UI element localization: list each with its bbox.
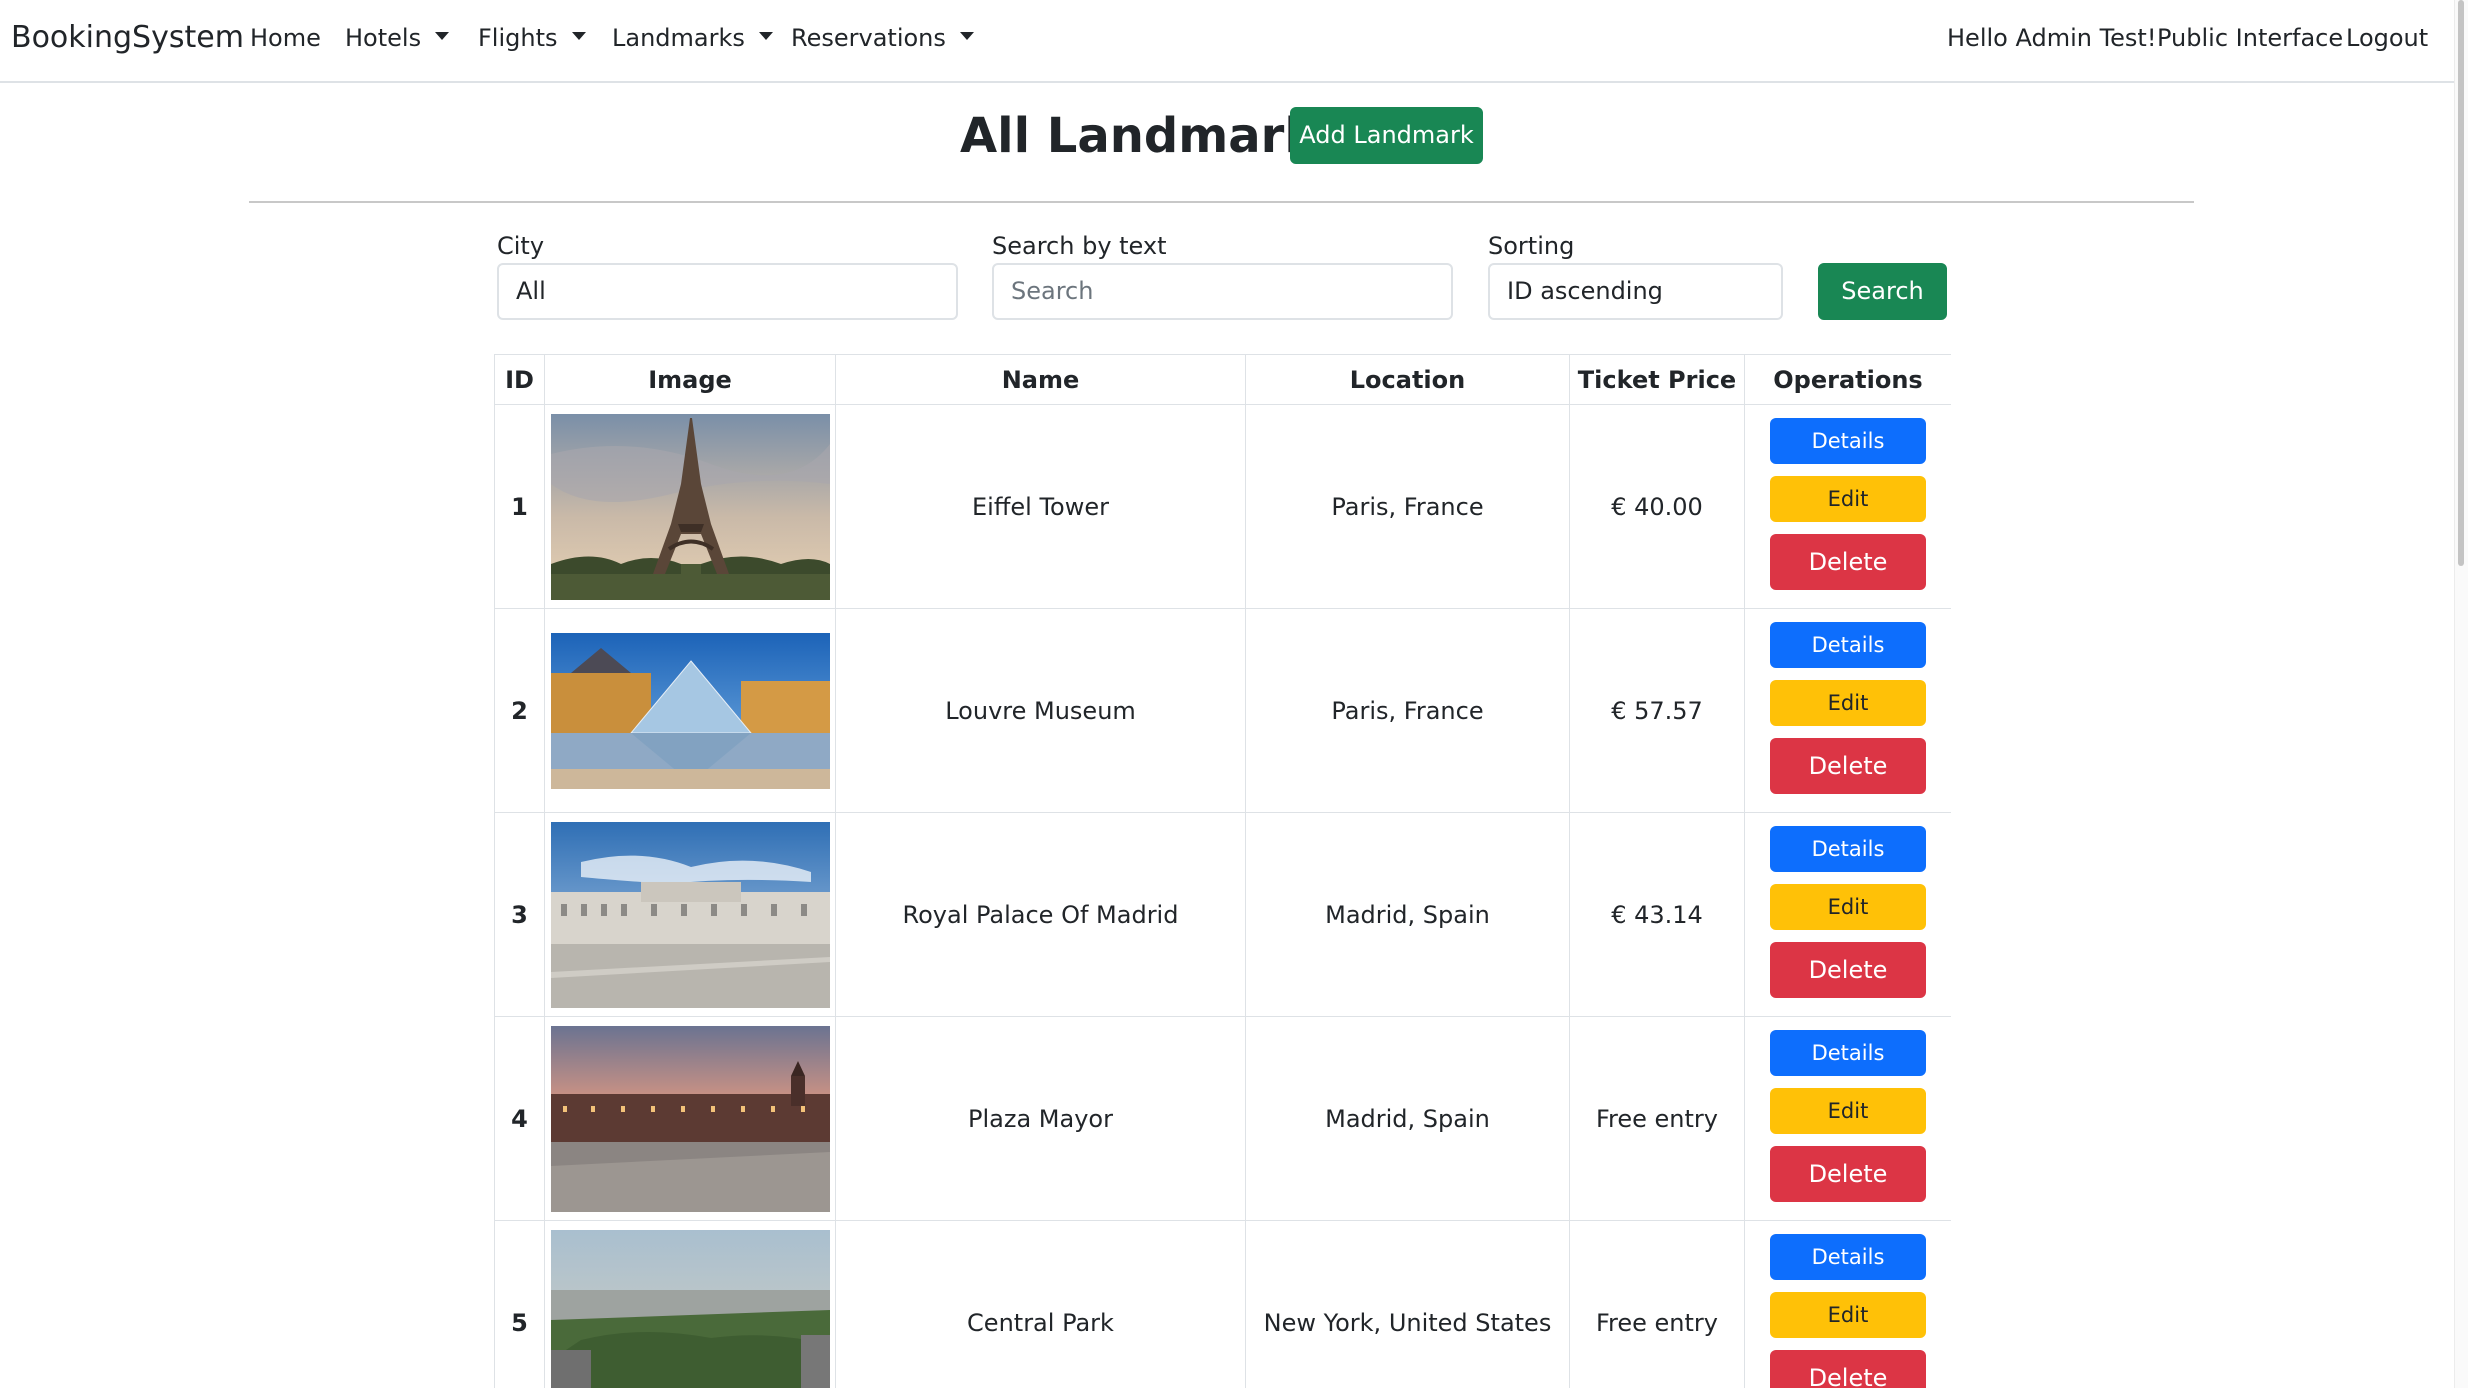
nav-landmarks-label: Landmarks [612,24,745,52]
delete-button[interactable]: Delete [1770,737,1926,794]
row-id: 1 [494,404,545,609]
nav-landmarks-dropdown[interactable]: Landmarks [612,24,773,52]
column-header-ticket-price: Ticket Price [1569,354,1745,405]
nav-hotels-dropdown[interactable]: Hotels [345,24,450,52]
details-button[interactable]: Details [1770,1233,1926,1280]
city-label: City [497,232,545,260]
sorting-label: Sorting [1488,232,1575,260]
nav-reservations-dropdown[interactable]: Reservations [791,24,974,52]
add-landmark-button[interactable]: Add Landmark [1290,107,1483,164]
delete-button[interactable]: Delete [1770,941,1926,998]
landmarks-table-container: ID Image Name Location Ticket Price Oper… [494,354,1951,1388]
search-input[interactable]: Search [992,263,1453,320]
search-text-label: Search by text [992,232,1167,260]
user-greeting: Hello Admin Test! [1947,24,2157,52]
row-price: € 43.14 [1569,812,1745,1017]
row-price: € 57.57 [1569,608,1745,813]
row-id: 3 [494,812,545,1017]
edit-button[interactable]: Edit [1770,883,1926,930]
column-header-location: Location [1245,354,1570,405]
top-navbar: BookingSystem Home Hotels Flights Landma… [0,0,2454,83]
column-header-operations: Operations [1744,354,1951,405]
row-location: New York, United States [1245,1220,1570,1388]
row-price: € 40.00 [1569,404,1745,609]
row-price: Free entry [1569,1220,1745,1388]
chevron-down-icon [758,32,773,40]
row-id: 5 [494,1220,545,1388]
page-title: All Landmarks [960,108,1345,164]
louvre-museum-photo [550,632,830,789]
table-row: 1 Eiffel Tower Paris, France € 40.00 Det… [494,404,1951,609]
row-operations: Details Edit Delete [1744,812,1951,1017]
scrollbar-thumb[interactable] [2458,0,2464,566]
delete-button[interactable]: Delete [1770,1145,1926,1202]
row-operations: Details Edit Delete [1744,1220,1951,1388]
nav-reservations-label: Reservations [791,24,946,52]
plaza-mayor-photo [550,1025,830,1212]
details-button[interactable]: Details [1770,1029,1926,1076]
row-id: 2 [494,608,545,813]
nav-home-link[interactable]: Home [250,24,321,52]
nav-hotels-label: Hotels [345,24,422,52]
sorting-select[interactable]: ID ascending [1488,263,1783,320]
row-operations: Details Edit Delete [1744,404,1951,609]
row-image-cell [544,404,836,609]
table-row: 2 Louvre Museum Paris, France € 57.57 De… [494,608,1951,813]
row-location: Paris, France [1245,608,1570,813]
royal-palace-photo [550,821,830,1008]
table-header-row: ID Image Name Location Ticket Price Oper… [494,354,1951,405]
row-id: 4 [494,1016,545,1221]
details-button[interactable]: Details [1770,621,1926,668]
public-interface-link[interactable]: Public Interface [2157,24,2343,52]
row-operations: Details Edit Delete [1744,608,1951,813]
row-image-cell [544,1220,836,1388]
row-name: Eiffel Tower [835,404,1246,609]
column-header-id: ID [494,354,545,405]
row-image-cell [544,1016,836,1221]
edit-button[interactable]: Edit [1770,1087,1926,1134]
logout-link[interactable]: Logout [2346,24,2428,52]
table-row: 5 Central Park New York, United States F… [494,1220,1951,1388]
row-operations: Details Edit Delete [1744,1016,1951,1221]
details-button[interactable]: Details [1770,825,1926,872]
search-button[interactable]: Search [1818,263,1947,320]
details-button[interactable]: Details [1770,417,1926,464]
eiffel-tower-photo [550,413,830,600]
edit-button[interactable]: Edit [1770,1291,1926,1338]
central-park-photo [550,1229,830,1388]
row-name: Plaza Mayor [835,1016,1246,1221]
city-select[interactable]: All [497,263,958,320]
edit-button[interactable]: Edit [1770,679,1926,726]
table-row: 4 Plaza Mayor Madrid, Spain Free entry D… [494,1016,1951,1221]
table-row: 3 Royal Palace Of Madrid Madrid, Spain €… [494,812,1951,1017]
brand-link[interactable]: BookingSystem [11,20,244,55]
row-location: Paris, France [1245,404,1570,609]
row-image-cell [544,608,836,813]
divider [249,201,2194,203]
delete-button[interactable]: Delete [1770,1349,1926,1388]
row-price: Free entry [1569,1016,1745,1221]
row-location: Madrid, Spain [1245,812,1570,1017]
row-image-cell [544,812,836,1017]
landmarks-table: ID Image Name Location Ticket Price Oper… [494,354,1951,1388]
row-location: Madrid, Spain [1245,1016,1570,1221]
column-header-name: Name [835,354,1246,405]
column-header-image: Image [544,354,836,405]
chevron-down-icon [435,32,450,40]
nav-flights-label: Flights [478,24,558,52]
page: BookingSystem Home Hotels Flights Landma… [0,0,2468,1388]
chevron-down-icon [959,32,974,40]
row-name: Central Park [835,1220,1246,1388]
edit-button[interactable]: Edit [1770,475,1926,522]
delete-button[interactable]: Delete [1770,533,1926,590]
chevron-down-icon [571,32,586,40]
row-name: Royal Palace Of Madrid [835,812,1246,1017]
nav-flights-dropdown[interactable]: Flights [478,24,586,52]
row-name: Louvre Museum [835,608,1246,813]
